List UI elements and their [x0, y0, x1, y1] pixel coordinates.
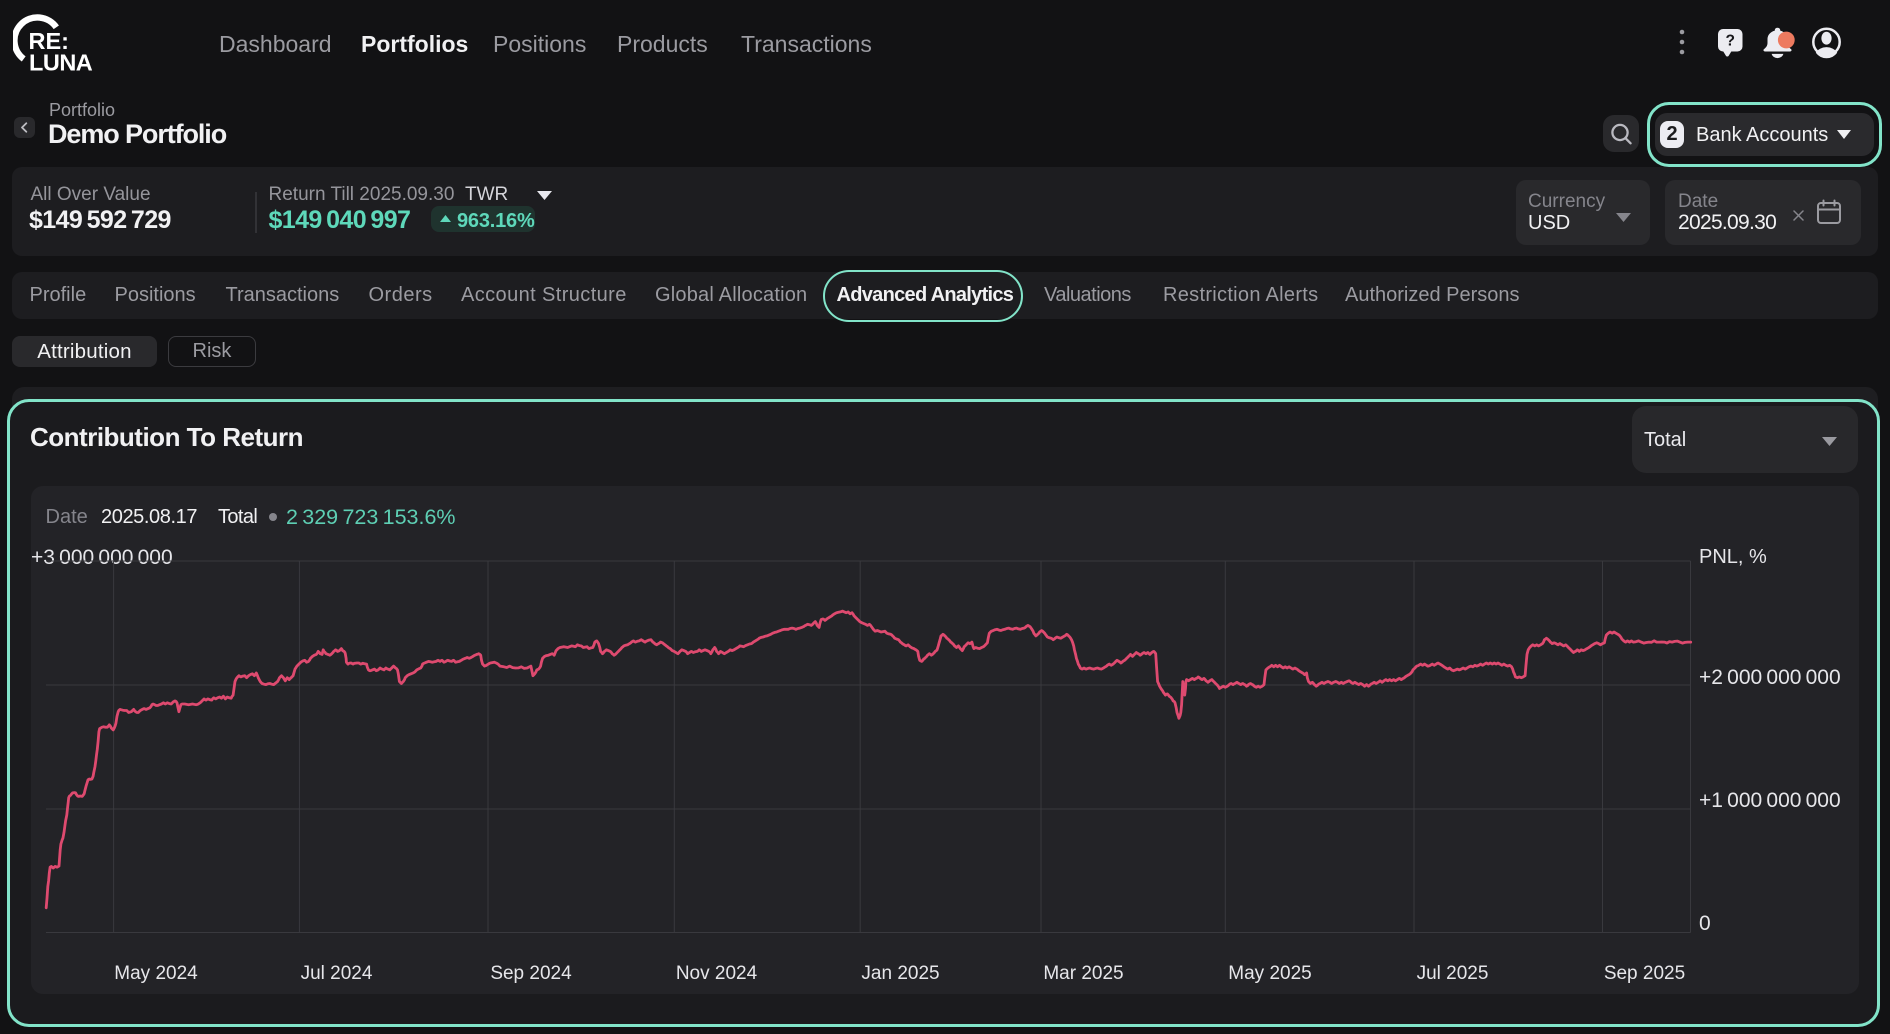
svg-text:?: ? — [1725, 33, 1734, 50]
svg-text:LUNA: LUNA — [29, 50, 93, 76]
